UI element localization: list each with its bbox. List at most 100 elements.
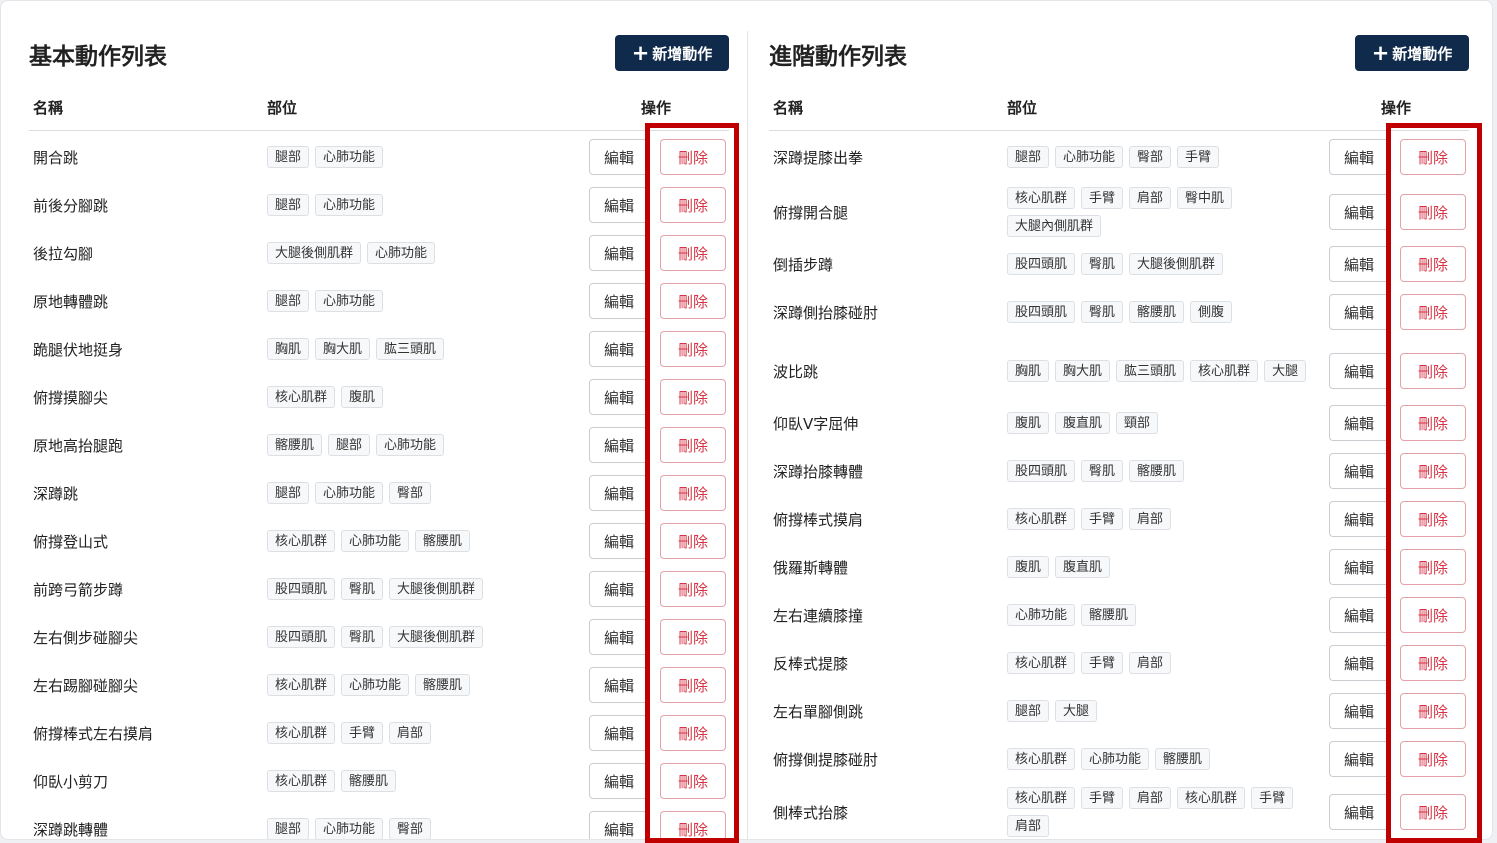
table-row: 前後分腳跳 腿部 心肺功能 編輯 刪除	[29, 181, 729, 229]
edit-button[interactable]: 編輯	[1329, 549, 1389, 585]
edit-button[interactable]: 編輯	[589, 283, 649, 319]
body-part-tag: 股四頭肌	[267, 578, 336, 600]
delete-button[interactable]: 刪除	[660, 427, 726, 463]
delete-button[interactable]: 刪除	[1400, 246, 1466, 282]
delete-button[interactable]: 刪除	[1400, 741, 1466, 777]
edit-button[interactable]: 編輯	[1329, 741, 1389, 777]
body-part-tags: 腹肌 腹直肌 頸部	[1007, 403, 1322, 443]
body-part-tag: 臀部	[1129, 146, 1172, 168]
header-divider	[769, 130, 1469, 131]
edit-button[interactable]: 編輯	[1329, 645, 1389, 681]
edit-button[interactable]: 編輯	[589, 571, 649, 607]
action-name: 俯撐摸腳尖	[33, 388, 109, 407]
edit-button[interactable]: 編輯	[1329, 353, 1389, 389]
delete-button[interactable]: 刪除	[1400, 794, 1466, 830]
body-part-tags: 腿部 大腿	[1007, 691, 1322, 731]
edit-button[interactable]: 編輯	[589, 235, 649, 271]
column-header-part: 部位	[267, 99, 298, 117]
body-part-tag: 肩部	[1007, 815, 1050, 837]
delete-button[interactable]: 刪除	[1400, 549, 1466, 585]
delete-button[interactable]: 刪除	[660, 715, 726, 751]
edit-button[interactable]: 編輯	[1329, 501, 1389, 537]
edit-button[interactable]: 編輯	[589, 427, 649, 463]
delete-button[interactable]: 刪除	[660, 523, 726, 559]
delete-button[interactable]: 刪除	[1400, 139, 1466, 175]
header-divider	[29, 130, 729, 131]
edit-button[interactable]: 編輯	[589, 475, 649, 511]
delete-button[interactable]: 刪除	[1400, 693, 1466, 729]
action-name: 左右踢腳碰腳尖	[33, 676, 139, 695]
action-name: 反棒式提膝	[773, 654, 849, 673]
delete-button[interactable]: 刪除	[660, 379, 726, 415]
edit-button[interactable]: 編輯	[589, 763, 649, 799]
body-part-tag: 手臂	[1177, 146, 1220, 168]
action-name: 仰臥V字屈伸	[773, 414, 859, 433]
body-part-tags: 核心肌群 髂腰肌	[267, 757, 582, 805]
edit-button[interactable]: 編輯	[1329, 246, 1389, 282]
body-part-tag: 核心肌群	[267, 770, 336, 792]
edit-button[interactable]: 編輯	[589, 187, 649, 223]
body-part-tag: 心肺功能	[315, 290, 384, 312]
delete-button[interactable]: 刪除	[1400, 597, 1466, 633]
edit-button[interactable]: 編輯	[1329, 294, 1389, 330]
delete-button[interactable]: 刪除	[660, 187, 726, 223]
delete-button[interactable]: 刪除	[660, 283, 726, 319]
edit-button[interactable]: 編輯	[589, 619, 649, 655]
delete-button[interactable]: 刪除	[1400, 501, 1466, 537]
add-action-button[interactable]: + 新增動作	[615, 35, 729, 71]
action-name: 仰臥小剪刀	[33, 772, 109, 791]
body-part-tag: 心肺功能	[1055, 146, 1124, 168]
body-part-tag: 心肺功能	[315, 482, 384, 504]
edit-button[interactable]: 編輯	[589, 139, 649, 175]
edit-button[interactable]: 編輯	[1329, 453, 1389, 489]
table-row: 側棒式抬膝 核心肌群 手臂 肩部 核心肌群 手臂 肩部 編輯 刪除	[769, 787, 1469, 837]
edit-button[interactable]: 編輯	[1329, 693, 1389, 729]
body-part-tags: 核心肌群 手臂 肩部	[267, 709, 582, 757]
edit-button[interactable]: 編輯	[589, 667, 649, 703]
body-part-tag: 心肺功能	[315, 818, 384, 839]
delete-button[interactable]: 刪除	[1400, 194, 1466, 230]
edit-button[interactable]: 編輯	[589, 331, 649, 367]
action-name: 原地轉體跳	[33, 292, 109, 311]
body-part-tags: 胸肌 胸大肌 肱三頭肌 核心肌群 大腿	[1007, 339, 1322, 403]
body-part-tags: 心肺功能 髂腰肌	[1007, 595, 1322, 635]
action-name: 前後分腳跳	[33, 196, 109, 215]
edit-button[interactable]: 編輯	[589, 379, 649, 415]
delete-button[interactable]: 刪除	[660, 811, 726, 839]
delete-button[interactable]: 刪除	[1400, 645, 1466, 681]
delete-button[interactable]: 刪除	[660, 763, 726, 799]
body-part-tags: 股四頭肌 臀肌 大腿後側肌群	[267, 565, 582, 613]
edit-button[interactable]: 編輯	[1329, 139, 1389, 175]
edit-button[interactable]: 編輯	[589, 811, 649, 839]
delete-button[interactable]: 刪除	[660, 139, 726, 175]
add-action-button[interactable]: + 新增動作	[1355, 35, 1469, 71]
delete-button[interactable]: 刪除	[1400, 453, 1466, 489]
delete-button[interactable]: 刪除	[660, 619, 726, 655]
delete-button[interactable]: 刪除	[1400, 405, 1466, 441]
column-header-actions: 操作	[1381, 99, 1412, 117]
edit-button[interactable]: 編輯	[1329, 794, 1389, 830]
edit-button[interactable]: 編輯	[1329, 597, 1389, 633]
delete-button[interactable]: 刪除	[1400, 353, 1466, 389]
body-part-tag: 肩部	[1129, 652, 1172, 674]
body-part-tag: 核心肌群	[267, 722, 336, 744]
edit-button[interactable]: 編輯	[1329, 194, 1389, 230]
edit-button[interactable]: 編輯	[1329, 405, 1389, 441]
body-part-tag: 大腿	[1264, 360, 1307, 382]
delete-button[interactable]: 刪除	[660, 475, 726, 511]
delete-button[interactable]: 刪除	[660, 331, 726, 367]
add-action-label: 新增動作	[1392, 44, 1453, 63]
action-name: 俄羅斯轉體	[773, 558, 849, 577]
body-part-tag: 核心肌群	[1190, 360, 1259, 382]
delete-button[interactable]: 刪除	[660, 571, 726, 607]
delete-button[interactable]: 刪除	[660, 667, 726, 703]
action-name: 左右側步碰腳尖	[33, 628, 139, 647]
edit-button[interactable]: 編輯	[589, 523, 649, 559]
edit-button[interactable]: 編輯	[589, 715, 649, 751]
body-part-tag: 臀中肌	[1177, 187, 1233, 209]
body-part-tag: 核心肌群	[267, 386, 336, 408]
table-row: 俄羅斯轉體 腹肌 腹直肌 編輯 刪除	[769, 539, 1469, 595]
delete-button[interactable]: 刪除	[660, 235, 726, 271]
body-part-tags: 核心肌群 手臂 肩部	[1007, 635, 1322, 691]
delete-button[interactable]: 刪除	[1400, 294, 1466, 330]
